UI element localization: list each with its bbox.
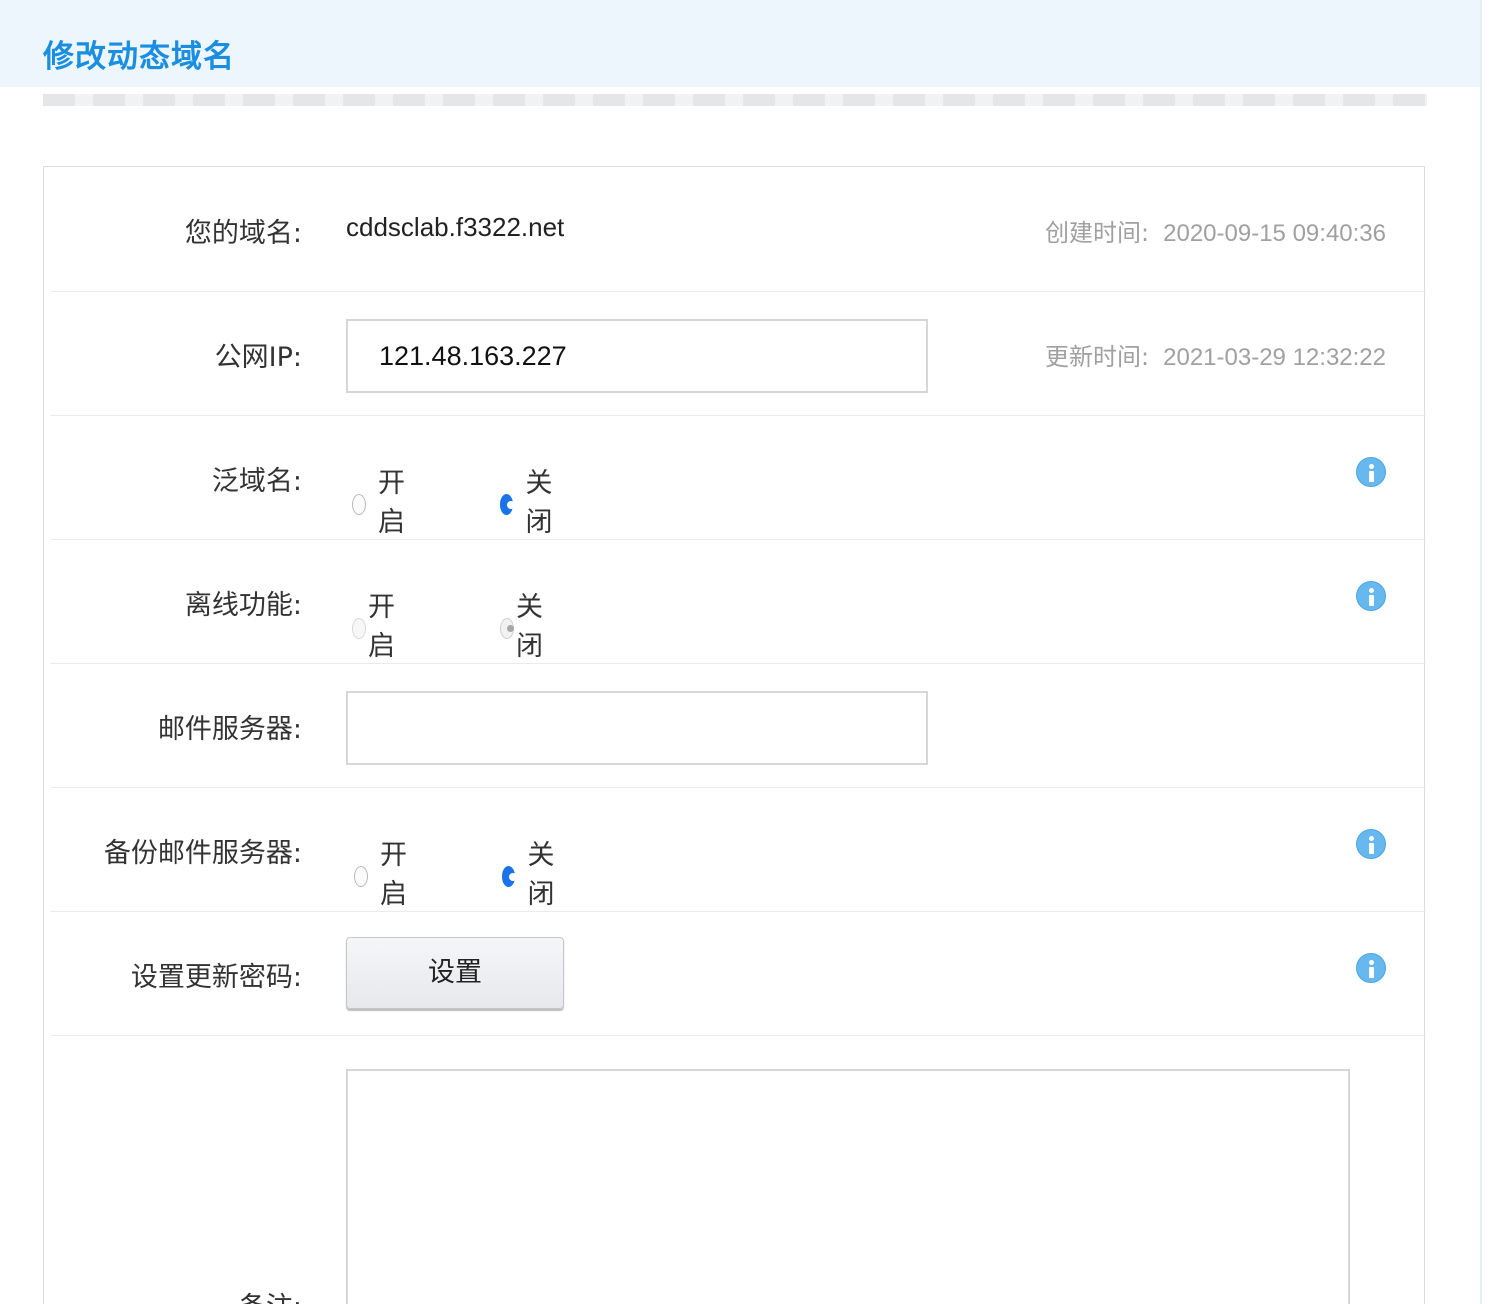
set-password-button[interactable]: 设置 (346, 937, 564, 1009)
update-password-label: 设置更新密码: (130, 962, 302, 993)
backup-mail-on-label[interactable]: 开启 (380, 833, 414, 911)
backup-mail-radio-off[interactable]: 关闭 (502, 833, 562, 911)
radio-checked-icon[interactable] (502, 865, 518, 887)
mail-server-label: 邮件服务器: (157, 714, 302, 745)
created-time-value: 2020-09-15 09:40:36 (1163, 220, 1386, 247)
radio-unchecked-icon[interactable] (352, 493, 366, 515)
offline-off-label: 关闭 (515, 592, 543, 662)
radio-unchecked-icon[interactable] (354, 865, 368, 887)
backup-mail-off-label[interactable]: 关闭 (527, 833, 562, 911)
backup-mail-radio-on[interactable]: 开启 (354, 833, 414, 911)
wildcard-off-label[interactable]: 关闭 (525, 461, 560, 539)
domain-value: cddsclab.f3322.net (346, 212, 565, 242)
page: 修改动态域名 您的域名: cddsclab.f3322.net 创建时间: 202… (0, 0, 1508, 1304)
form-row-domain: 您的域名: cddsclab.f3322.net 创建时间: 2020-09-15… (50, 167, 1426, 292)
radio-checked-icon[interactable] (500, 493, 516, 515)
page-header: 修改动态域名 (0, 0, 1480, 87)
domain-form: 您的域名: cddsclab.f3322.net 创建时间: 2020-09-15… (43, 166, 1426, 1304)
form-row-public-ip: 公网IP: 121.48.163.227 更新时间: 2021-03-29 12:… (50, 291, 1426, 416)
info-icon[interactable] (1356, 581, 1386, 611)
created-time-label: 创建时间: (1045, 219, 1150, 247)
wildcard-on-label[interactable]: 开启 (378, 461, 412, 539)
updated-time-label: 更新时间: (1045, 343, 1150, 371)
offline-on-label: 开启 (367, 592, 395, 662)
wildcard-radio-on[interactable]: 开启 (352, 461, 412, 539)
mail-server-input[interactable] (346, 691, 928, 765)
public-ip-label: 公网IP: (214, 342, 302, 373)
form-row-offline: 离线功能: 开启 关闭 (50, 539, 1426, 664)
decorative-divider (43, 94, 1427, 106)
wildcard-radio-off[interactable]: 关闭 (500, 461, 560, 539)
created-time: 创建时间: 2020-09-15 09:40:36 (1045, 213, 1386, 248)
info-icon[interactable] (1356, 953, 1386, 983)
info-icon[interactable] (1356, 829, 1386, 859)
public-ip-input[interactable]: 121.48.163.227 (346, 319, 928, 393)
form-row-mail-server: 邮件服务器: (50, 663, 1426, 788)
remark-label: 备注: (239, 1285, 302, 1304)
form-row-wildcard: 泛域名: 开启 关闭 (50, 415, 1426, 540)
remark-textarea[interactable] (346, 1069, 1350, 1304)
wildcard-label: 泛域名: (211, 466, 302, 497)
right-divider (1480, 0, 1482, 1304)
offline-radio-off: 关闭 (500, 585, 550, 663)
backup-mail-label: 备份邮件服务器: (103, 838, 302, 869)
radio-disabled-icon (352, 617, 366, 639)
offline-label: 离线功能: (184, 590, 302, 621)
info-icon[interactable] (1356, 457, 1386, 487)
domain-label: 您的域名: (184, 218, 302, 249)
page-title: 修改动态域名 (43, 39, 235, 75)
form-row-update-password: 设置更新密码: 设置 (50, 911, 1426, 1036)
updated-time: 更新时间: 2021-03-29 12:32:22 (1045, 337, 1386, 372)
form-row-remark: 备注: (50, 1035, 1426, 1304)
radio-disabled-checked-icon (500, 617, 514, 639)
offline-radio-on: 开启 (352, 585, 402, 663)
updated-time-value: 2021-03-29 12:32:22 (1163, 344, 1386, 371)
form-row-backup-mail: 备份邮件服务器: 开启 关闭 (50, 787, 1426, 912)
